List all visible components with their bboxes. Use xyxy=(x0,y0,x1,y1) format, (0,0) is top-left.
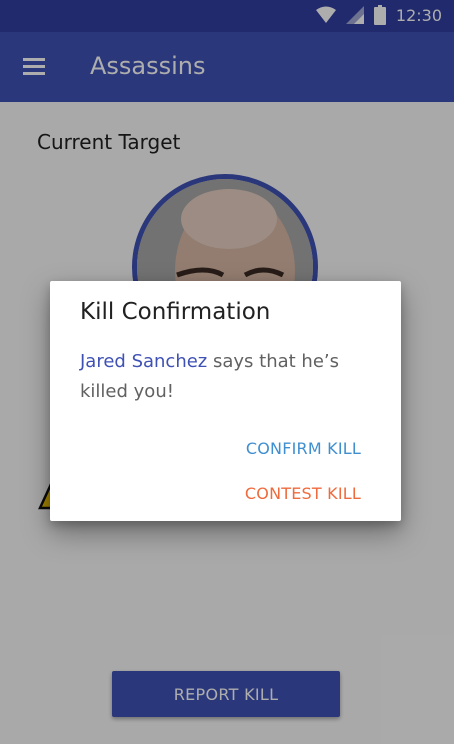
contest-kill-button[interactable]: CONTEST KILL xyxy=(245,484,361,503)
dialog-title: Kill Confirmation xyxy=(80,299,271,325)
confirm-kill-button[interactable]: CONFIRM KILL xyxy=(246,439,361,458)
dialog-message: Jared Sanchez says that he’s killed you! xyxy=(80,347,380,407)
killer-name: Jared Sanchez xyxy=(80,351,208,372)
kill-confirmation-dialog: Kill Confirmation Jared Sanchez says tha… xyxy=(50,281,401,521)
